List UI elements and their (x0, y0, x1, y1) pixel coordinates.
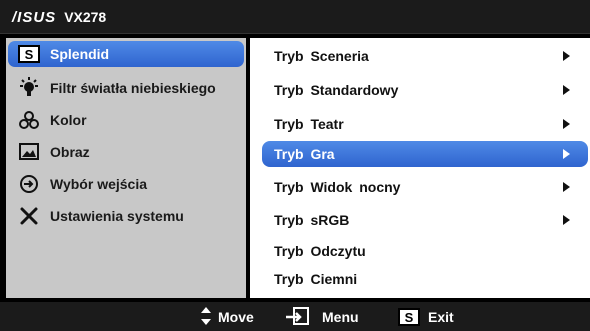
sidebar-item-label: Filtr światła niebieskiego (50, 80, 216, 96)
footer-exit[interactable]: S Exit (398, 306, 454, 328)
sidebar-item-label: Obraz (50, 144, 90, 160)
sidebar-item-label: Splendid (50, 46, 110, 62)
s-exit-icon: S (398, 308, 420, 326)
model-name: VX278 (64, 9, 107, 25)
option-tryb-sceneria[interactable]: Tryb Sceneria (262, 43, 588, 69)
sidebar-item-color[interactable]: Kolor (8, 106, 244, 134)
sidebar-item-splendid[interactable]: S Splendid (8, 41, 244, 67)
blue-light-filter-icon (16, 75, 42, 101)
chevron-right-icon (563, 51, 570, 61)
chevron-right-icon (563, 119, 570, 129)
sidebar-item-label: Ustawienia systemu (50, 208, 184, 224)
footer-menu[interactable]: Menu (286, 306, 359, 328)
image-icon (16, 139, 42, 165)
chevron-right-icon (563, 85, 570, 95)
option-tryb-teatr[interactable]: Tryb Teatr (262, 111, 588, 137)
osd-title-bar: /ISUS VX278 (0, 0, 590, 34)
sidebar-item-input-select[interactable]: Wybór wejścia (8, 170, 244, 198)
sidebar-menu: S Splendid Filtr światła niebieskiego Ko… (6, 38, 246, 298)
option-tryb-ciemni[interactable]: Tryb Ciemni (262, 266, 588, 292)
sidebar-item-blue-light-filter[interactable]: Filtr światła niebieskiego (8, 74, 244, 102)
input-select-icon (16, 171, 42, 197)
sidebar-item-image[interactable]: Obraz (8, 138, 244, 166)
color-icon (16, 107, 42, 133)
up-down-arrows-icon (200, 306, 212, 329)
footer-move[interactable]: Move (200, 306, 254, 328)
submenu-panel: Tryb Sceneria Tryb Standardowy Tryb Teat… (250, 38, 590, 298)
chevron-right-icon (563, 149, 570, 159)
option-tryb-srgb[interactable]: Tryb sRGB (262, 207, 588, 233)
sidebar-item-system-settings[interactable]: Ustawienia systemu (8, 202, 244, 230)
asus-logo: /ISUS (12, 8, 57, 26)
chevron-right-icon (563, 215, 570, 225)
splendid-s-icon: S (16, 41, 42, 67)
option-tryb-standardowy[interactable]: Tryb Standardowy (262, 77, 588, 103)
monitor-osd-menu: /ISUS VX278 S Splendid Filtr światła nie… (0, 0, 590, 331)
enter-icon (286, 306, 314, 329)
option-tryb-widok-nocny[interactable]: Tryb Widok nocny (262, 174, 588, 200)
sidebar-item-label: Wybór wejścia (50, 176, 148, 192)
brand-logo: /ISUS VX278 (12, 8, 107, 26)
sidebar-item-label: Kolor (50, 112, 87, 128)
chevron-right-icon (563, 182, 570, 192)
osd-footer-bar: Move Menu S Exit (0, 302, 590, 331)
option-tryb-gra[interactable]: Tryb Gra (262, 141, 588, 167)
system-settings-icon (16, 203, 42, 229)
option-tryb-odczytu[interactable]: Tryb Odczytu (262, 238, 588, 264)
